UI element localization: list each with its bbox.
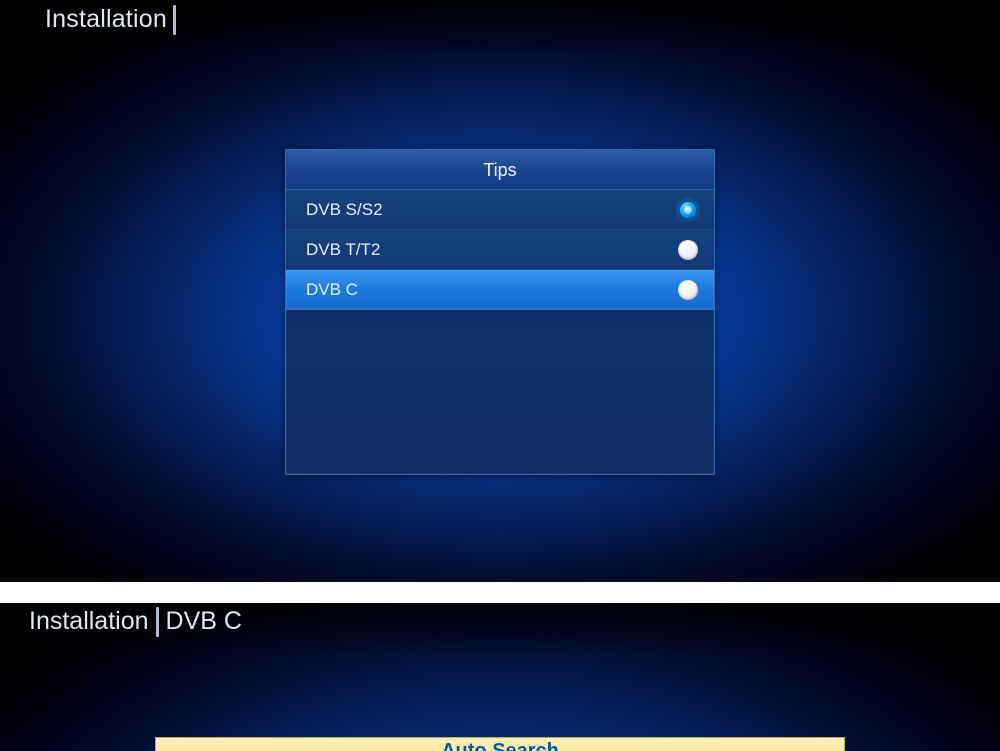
breadcrumb-separator	[156, 607, 159, 637]
page-title: Installation	[45, 5, 176, 35]
option-dvb-t-t2[interactable]: DVB T/T2	[286, 230, 714, 270]
installation-dvbc-screen: Installation DVB C Auto Search	[0, 603, 1000, 751]
option-label: DVB C	[306, 280, 678, 300]
title-separator	[173, 5, 176, 35]
tips-dialog: Tips DVB S/S2 DVB T/T2 DVB C	[285, 149, 715, 475]
auto-search-button[interactable]: Auto Search	[155, 737, 845, 751]
dialog-title: Tips	[286, 150, 714, 190]
radio-selected-icon	[678, 200, 698, 220]
breadcrumb: Installation DVB C	[29, 607, 242, 637]
breadcrumb-section: Installation	[29, 607, 149, 635]
option-label: DVB T/T2	[306, 240, 678, 260]
option-dvb-s-s2[interactable]: DVB S/S2	[286, 190, 714, 230]
auto-search-label: Auto Search	[441, 740, 559, 751]
option-label: DVB S/S2	[306, 200, 678, 220]
page-title-text: Installation	[45, 5, 167, 33]
option-dvb-c[interactable]: DVB C	[286, 270, 714, 310]
radio-unselected-icon	[678, 240, 698, 260]
installation-screen: Installation Tips DVB S/S2 DVB T/T2 DVB …	[0, 0, 1000, 590]
breadcrumb-page: DVB C	[166, 607, 242, 635]
radio-unselected-icon	[678, 280, 698, 300]
screen-gap	[0, 582, 1000, 603]
